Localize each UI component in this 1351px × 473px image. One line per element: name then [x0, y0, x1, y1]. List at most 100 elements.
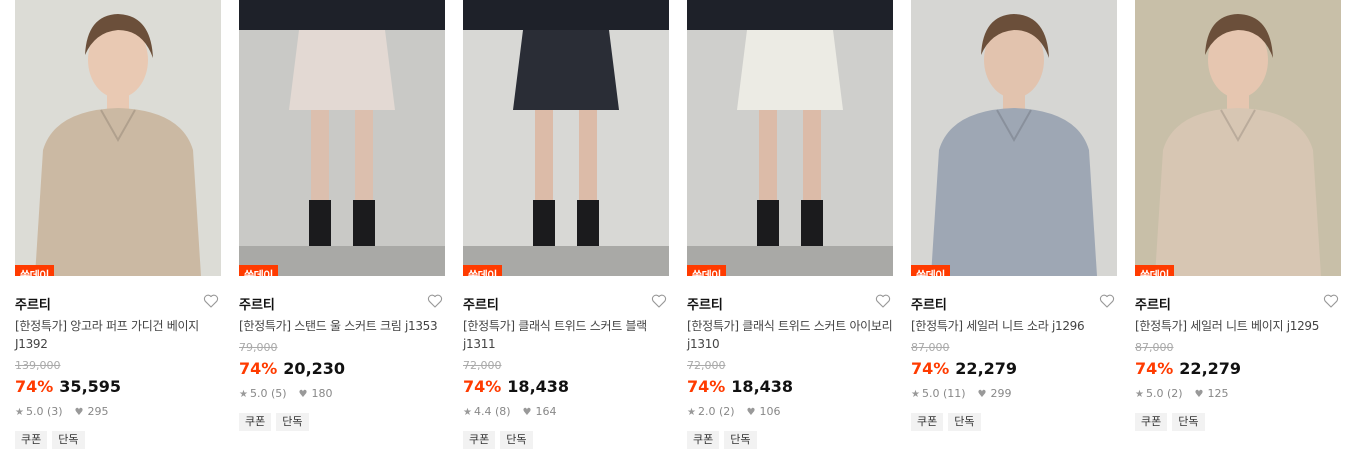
- brand-name[interactable]: 주르티: [463, 298, 499, 313]
- product-card[interactable]: 쑥데이 주르티 [한정특가] 스탠드 울 스커트 크림 j1353 79,000…: [239, 0, 445, 431]
- wishlist-heart-icon[interactable]: [427, 293, 443, 309]
- rating-text: 5.0 (3): [25, 405, 63, 418]
- product-card[interactable]: 쑥데이 주르티 [한정특가] 클래식 트위드 스커트 아이보리 j1310 72…: [687, 0, 893, 449]
- wishlist-heart-icon[interactable]: [875, 293, 891, 309]
- tag-badge: 단독: [1172, 413, 1205, 431]
- promo-badge: 쑥데이: [239, 265, 278, 276]
- sale-price: 22,279: [955, 359, 1018, 378]
- product-image[interactable]: 쑥데이: [463, 0, 669, 276]
- like-count: 125: [1207, 387, 1229, 400]
- product-image[interactable]: 쑥데이: [15, 0, 221, 276]
- like-count: 299: [990, 387, 1012, 400]
- like-heart-icon: ♥: [746, 407, 756, 418]
- product-image[interactable]: 쑥데이: [1135, 0, 1341, 276]
- product-card[interactable]: 쑥데이 주르티 [한정특가] 세일러 니트 베이지 j1295 87,000 7…: [1135, 0, 1341, 431]
- star-icon: ★: [239, 389, 248, 400]
- product-image[interactable]: 쑥데이: [687, 0, 893, 276]
- like-count: 295: [87, 405, 109, 418]
- product-photo-illustration: [687, 0, 893, 276]
- wishlist-heart-icon[interactable]: [1323, 293, 1339, 309]
- rating-text: 5.0 (2): [1145, 387, 1183, 400]
- promo-badge: 쑥데이: [1135, 265, 1174, 276]
- product-name[interactable]: [한정특가] 세일러 니트 소라 j1296: [911, 317, 1117, 335]
- like-heart-icon: ♥: [74, 407, 84, 418]
- promo-badge: 쑥데이: [15, 265, 54, 276]
- sale-price: 35,595: [59, 377, 122, 396]
- product-grid: 쑥데이 주르티 [한정특가] 앙고라 퍼프 가디건 베이지 J1392 139,…: [0, 0, 1351, 473]
- like-heart-icon: ♥: [1194, 389, 1204, 400]
- discount-rate: 74%: [1135, 359, 1174, 378]
- tag-badge: 단독: [724, 431, 757, 449]
- star-icon: ★: [911, 389, 920, 400]
- tag-list: 쿠폰 단독: [239, 410, 445, 431]
- rating-text: 5.0 (11): [921, 387, 966, 400]
- product-name[interactable]: [한정특가] 클래식 트위드 스커트 블랙 j1311: [463, 317, 669, 353]
- wishlist-heart-icon[interactable]: [203, 293, 219, 309]
- tag-badge: 쿠폰: [239, 413, 272, 431]
- rating-text: 2.0 (2): [697, 405, 735, 418]
- product-photo-illustration: [15, 0, 221, 276]
- tag-list: 쿠폰 단독: [463, 428, 669, 449]
- tag-list: 쿠폰 단독: [687, 428, 893, 449]
- tag-badge: 단독: [948, 413, 981, 431]
- star-icon: ★: [1135, 389, 1144, 400]
- rating-text: 4.4 (8): [473, 405, 511, 418]
- star-icon: ★: [15, 407, 24, 418]
- discount-rate: 74%: [15, 377, 54, 396]
- product-image[interactable]: 쑥데이: [239, 0, 445, 276]
- like-heart-icon: ♥: [298, 389, 308, 400]
- like-heart-icon: ♥: [522, 407, 532, 418]
- original-price: 87,000: [911, 341, 950, 354]
- sale-price: 18,438: [507, 377, 570, 396]
- tag-badge: 쿠폰: [911, 413, 944, 431]
- original-price: 72,000: [463, 359, 502, 372]
- rating-text: 5.0 (5): [249, 387, 287, 400]
- product-card[interactable]: 쑥데이 주르티 [한정특가] 클래식 트위드 스커트 블랙 j1311 72,0…: [463, 0, 669, 449]
- product-photo-illustration: [463, 0, 669, 276]
- wishlist-heart-icon[interactable]: [1099, 293, 1115, 309]
- tag-badge: 단독: [52, 431, 85, 449]
- wishlist-heart-icon[interactable]: [651, 293, 667, 309]
- tag-list: 쿠폰 단독: [15, 428, 221, 449]
- star-icon: ★: [463, 407, 472, 418]
- promo-badge: 쑥데이: [687, 265, 726, 276]
- discount-rate: 74%: [463, 377, 502, 396]
- original-price: 72,000: [687, 359, 726, 372]
- product-name[interactable]: [한정특가] 스탠드 울 스커트 크림 j1353: [239, 317, 445, 335]
- brand-name[interactable]: 주르티: [687, 298, 723, 313]
- star-icon: ★: [687, 407, 696, 418]
- tag-list: 쿠폰 단독: [1135, 410, 1341, 431]
- promo-badge: 쑥데이: [463, 265, 502, 276]
- discount-rate: 74%: [239, 359, 278, 378]
- tag-badge: 단독: [276, 413, 309, 431]
- like-count: 164: [535, 405, 557, 418]
- product-name[interactable]: [한정특가] 앙고라 퍼프 가디건 베이지 J1392: [15, 317, 221, 353]
- tag-badge: 쿠폰: [1135, 413, 1168, 431]
- product-photo-illustration: [1135, 0, 1341, 276]
- tag-badge: 쿠폰: [687, 431, 720, 449]
- product-image[interactable]: 쑥데이: [911, 0, 1117, 276]
- discount-rate: 74%: [687, 377, 726, 396]
- product-name[interactable]: [한정특가] 클래식 트위드 스커트 아이보리 j1310: [687, 317, 893, 353]
- original-price: 87,000: [1135, 341, 1174, 354]
- product-card[interactable]: 쑥데이 주르티 [한정특가] 앙고라 퍼프 가디건 베이지 J1392 139,…: [15, 0, 221, 449]
- product-photo-illustration: [239, 0, 445, 276]
- brand-name[interactable]: 주르티: [239, 298, 275, 313]
- tag-list: 쿠폰 단독: [911, 410, 1117, 431]
- brand-name[interactable]: 주르티: [1135, 298, 1171, 313]
- promo-badge: 쑥데이: [911, 265, 950, 276]
- brand-name[interactable]: 주르티: [911, 298, 947, 313]
- product-name[interactable]: [한정특가] 세일러 니트 베이지 j1295: [1135, 317, 1341, 335]
- tag-badge: 쿠폰: [15, 431, 48, 449]
- like-count: 106: [759, 405, 781, 418]
- sale-price: 22,279: [1179, 359, 1242, 378]
- brand-name[interactable]: 주르티: [15, 298, 51, 313]
- tag-badge: 단독: [500, 431, 533, 449]
- like-heart-icon: ♥: [977, 389, 987, 400]
- tag-badge: 쿠폰: [463, 431, 496, 449]
- original-price: 79,000: [239, 341, 278, 354]
- like-count: 180: [311, 387, 333, 400]
- product-card[interactable]: 쑥데이 주르티 [한정특가] 세일러 니트 소라 j1296 87,000 74…: [911, 0, 1117, 431]
- discount-rate: 74%: [911, 359, 950, 378]
- sale-price: 20,230: [283, 359, 346, 378]
